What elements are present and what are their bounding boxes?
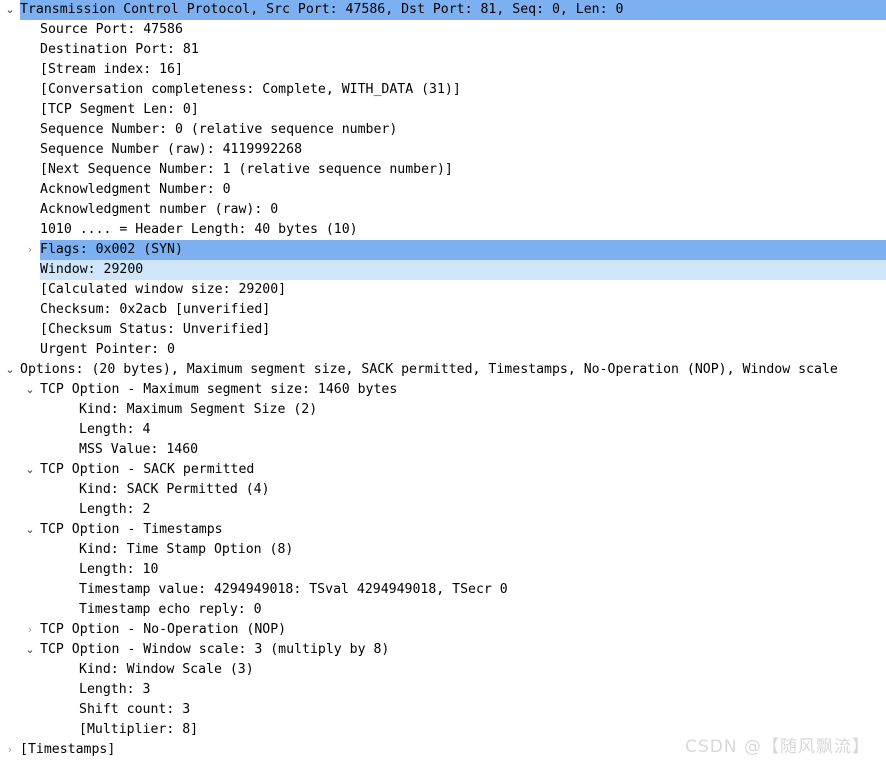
tree-row-label: Timestamp value: 4294949018: TSval 42949… <box>79 582 508 597</box>
tree-row-label: [Checksum Status: Unverified] <box>40 322 271 337</box>
tree-row-option-timestamps-length[interactable]: Length: 10 <box>0 560 886 580</box>
tree-row-label: Kind: Maximum Segment Size (2) <box>79 402 318 417</box>
tree-row-label: [Stream index: 16] <box>40 62 183 77</box>
tree-row-label: MSS Value: 1460 <box>79 442 199 457</box>
chevron-down-icon[interactable]: ⌄ <box>22 460 38 480</box>
tree-row-option-timestamp-value[interactable]: Timestamp value: 4294949018: TSval 42949… <box>0 580 886 600</box>
chevron-down-icon[interactable]: ⌄ <box>2 360 18 380</box>
tree-row-stream-index[interactable]: [Stream index: 16] <box>0 60 886 80</box>
tree-row-label: Kind: Window Scale (3) <box>79 662 254 677</box>
tree-row-label: Destination Port: 81 <box>40 42 199 57</box>
tree-row-option-window-scale[interactable]: ⌄ TCP Option - Window scale: 3 (multiply … <box>0 640 886 660</box>
tree-row-sequence-number-raw[interactable]: Sequence Number (raw): 4119992268 <box>0 140 886 160</box>
tree-row-calculated-window-size[interactable]: [Calculated window size: 29200] <box>0 280 886 300</box>
tree-row-label: Length: 2 <box>79 502 151 517</box>
tree-row-option-mss-value[interactable]: MSS Value: 1460 <box>0 440 886 460</box>
tree-row-option-sack-length[interactable]: Length: 2 <box>0 500 886 520</box>
tree-row-urgent-pointer[interactable]: Urgent Pointer: 0 <box>0 340 886 360</box>
tree-row-option-mss[interactable]: ⌄ TCP Option - Maximum segment size: 1460… <box>0 380 886 400</box>
tree-row-header-length[interactable]: 1010 .... = Header Length: 40 bytes (10) <box>0 220 886 240</box>
tree-row-label: Urgent Pointer: 0 <box>40 342 175 357</box>
tree-row-label: Length: 3 <box>79 682 151 697</box>
tree-row-label: Sequence Number: 0 (relative sequence nu… <box>40 122 398 137</box>
chevron-down-icon[interactable]: ⌄ <box>22 520 38 540</box>
tree-row-label: Timestamp echo reply: 0 <box>79 602 262 617</box>
tree-row-tcp-root[interactable]: ⌄ Transmission Control Protocol, Src Port… <box>0 0 886 20</box>
chevron-right-icon[interactable]: › <box>22 620 38 640</box>
tree-row-source-port[interactable]: Source Port: 47586 <box>0 20 886 40</box>
tree-row-label: Kind: SACK Permitted (4) <box>79 482 270 497</box>
tree-row-acknowledgment-number[interactable]: Acknowledgment Number: 0 <box>0 180 886 200</box>
tree-row-label: Shift count: 3 <box>79 702 191 717</box>
tree-row-option-mss-kind[interactable]: Kind: Maximum Segment Size (2) <box>0 400 886 420</box>
tree-row-label: TCP Option - Window scale: 3 (multiply b… <box>40 642 390 657</box>
tree-row-label: TCP Option - Maximum segment size: 1460 … <box>40 382 398 397</box>
tree-row-label: 1010 .... = Header Length: 40 bytes (10) <box>40 222 358 237</box>
tree-row-tcp-segment-len[interactable]: [TCP Segment Len: 0] <box>0 100 886 120</box>
tree-row-label: Acknowledgment number (raw): 0 <box>40 202 279 217</box>
tree-row-conversation-completeness[interactable]: [Conversation completeness: Complete, WI… <box>0 80 886 100</box>
tree-row-label: [Next Sequence Number: 1 (relative seque… <box>40 162 453 177</box>
tree-row-option-timestamp-echo-reply[interactable]: Timestamp echo reply: 0 <box>0 600 886 620</box>
tree-row-option-window-scale-shift-count[interactable]: Shift count: 3 <box>0 700 886 720</box>
tree-row-label: [Conversation completeness: Complete, WI… <box>40 82 461 97</box>
chevron-down-icon[interactable]: ⌄ <box>22 380 38 400</box>
tree-row-window[interactable]: Window: 29200 <box>0 260 886 280</box>
tree-row-label: Acknowledgment Number: 0 <box>40 182 231 197</box>
tree-row-option-nop[interactable]: › TCP Option - No-Operation (NOP) <box>0 620 886 640</box>
tree-row-label: Sequence Number (raw): 4119992268 <box>40 142 303 157</box>
tree-row-option-sack-kind[interactable]: Kind: SACK Permitted (4) <box>0 480 886 500</box>
tree-row-option-timestamps[interactable]: ⌄ TCP Option - Timestamps <box>0 520 886 540</box>
tree-row-label: Source Port: 47586 <box>40 22 183 37</box>
tree-row-checksum-status[interactable]: [Checksum Status: Unverified] <box>0 320 886 340</box>
chevron-right-icon[interactable]: › <box>22 240 38 260</box>
tree-row-label: Length: 4 <box>79 422 151 437</box>
tree-row-label: TCP Option - No-Operation (NOP) <box>40 622 287 637</box>
tree-row-label: Options: (20 bytes), Maximum segment siz… <box>20 362 838 377</box>
tree-row-option-mss-length[interactable]: Length: 4 <box>0 420 886 440</box>
tree-row-flags[interactable]: › Flags: 0x002 (SYN) <box>0 240 886 260</box>
tree-row-label: Kind: Time Stamp Option (8) <box>79 542 294 557</box>
tree-row-label: Flags: 0x002 (SYN) <box>40 242 183 257</box>
tree-row-label: TCP Option - Timestamps <box>40 522 223 537</box>
tree-row-acknowledgment-number-raw[interactable]: Acknowledgment number (raw): 0 <box>0 200 886 220</box>
tree-row-label: [Calculated window size: 29200] <box>40 282 287 297</box>
tree-row-label: Checksum: 0x2acb [unverified] <box>40 302 271 317</box>
chevron-right-icon[interactable]: › <box>2 740 18 760</box>
chevron-down-icon[interactable]: ⌄ <box>2 0 18 20</box>
tree-row-label: Window: 29200 <box>40 262 144 277</box>
tree-row-option-window-scale-kind[interactable]: Kind: Window Scale (3) <box>0 660 886 680</box>
tree-row-label: Transmission Control Protocol, Src Port:… <box>20 2 624 17</box>
tree-row-option-timestamps-kind[interactable]: Kind: Time Stamp Option (8) <box>0 540 886 560</box>
tree-row-next-sequence-number[interactable]: [Next Sequence Number: 1 (relative seque… <box>0 160 886 180</box>
tree-row-label: [Timestamps] <box>20 742 116 757</box>
tree-row-destination-port[interactable]: Destination Port: 81 <box>0 40 886 60</box>
tree-row-label: Length: 10 <box>79 562 159 577</box>
tree-row-options[interactable]: ⌄ Options: (20 bytes), Maximum segment si… <box>0 360 886 380</box>
tree-row-label: TCP Option - SACK permitted <box>40 462 255 477</box>
tree-row-option-window-scale-length[interactable]: Length: 3 <box>0 680 886 700</box>
tree-row-label: [Multiplier: 8] <box>79 722 199 737</box>
csdn-watermark: CSDN @【随风飘流】 <box>685 737 870 757</box>
packet-details-tree[interactable]: ⌄ Transmission Control Protocol, Src Port… <box>0 0 886 765</box>
tree-row-option-sack-permitted[interactable]: ⌄ TCP Option - SACK permitted <box>0 460 886 480</box>
tree-row-label: [TCP Segment Len: 0] <box>40 102 199 117</box>
chevron-down-icon[interactable]: ⌄ <box>22 640 38 660</box>
tree-row-checksum[interactable]: Checksum: 0x2acb [unverified] <box>0 300 886 320</box>
tree-row-sequence-number[interactable]: Sequence Number: 0 (relative sequence nu… <box>0 120 886 140</box>
